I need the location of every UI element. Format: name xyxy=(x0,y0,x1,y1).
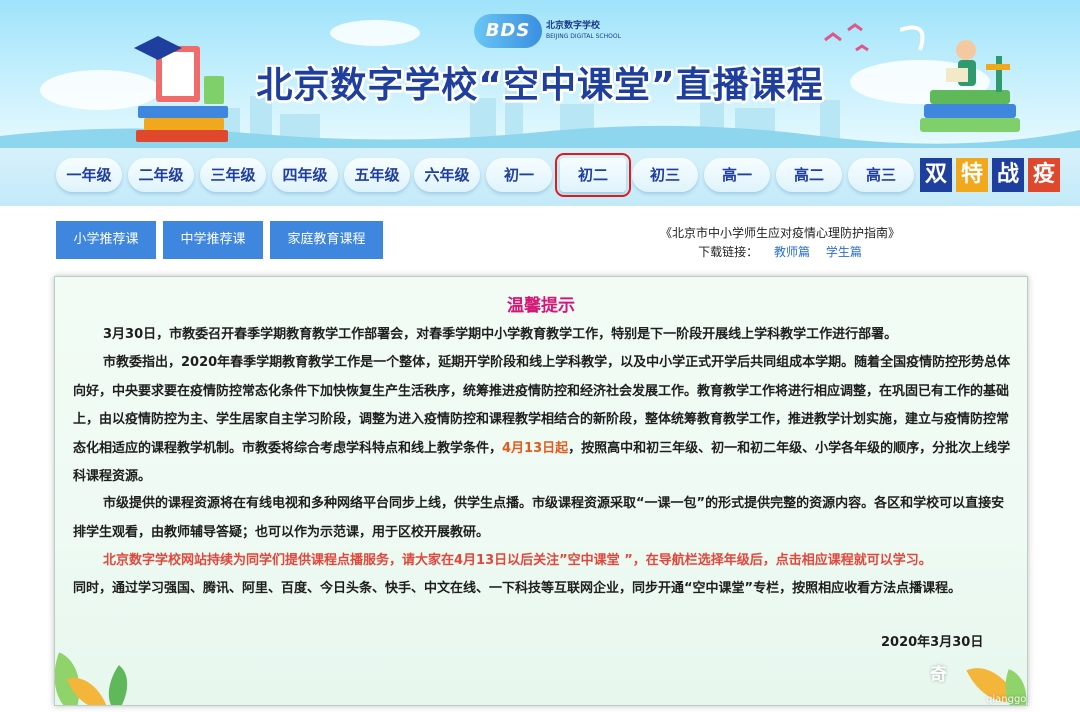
notice-title: 温馨提示 xyxy=(507,296,575,316)
family-education-courses-button[interactable]: 家庭教育课程 xyxy=(270,221,383,259)
grade-tab-11[interactable]: 高二 xyxy=(776,158,842,192)
notice-paragraph-highlight: 北京数字学校网站持续为同学们提供课程点播服务，请大家在4月13日以后关注”空中课… xyxy=(73,547,1013,576)
primary-recommended-courses-button[interactable]: 小学推荐课 xyxy=(56,221,156,259)
teacher-guide-link[interactable]: 教师篇 xyxy=(774,245,810,259)
grade-tab-6[interactable]: 六年级 xyxy=(414,158,480,192)
notice-panel: 温馨提示 3月30日，市教委召开春季学期教育教学工作部署会，对春季学期中小学教育… xyxy=(54,276,1028,706)
notice-paragraph-text: 3月30日，市教委召开春季学期教育教学工作部署会，对春季学期中小学教育教学工作，… xyxy=(103,327,898,342)
slogan-char: 战 xyxy=(992,158,1024,192)
books-illustration xyxy=(134,36,228,142)
notice-paragraph: 同时，通过学习强国、腾讯、阿里、百度、今日头条、快手、中文在线、一下科技等互联网… xyxy=(73,575,1013,604)
page-title: 北京数字学校“空中课堂”直播课程 xyxy=(256,65,824,106)
grade-tab-2[interactable]: 二年级 xyxy=(128,158,194,192)
secondary-recommended-courses-button[interactable]: 中学推荐课 xyxy=(163,221,263,259)
notice-paragraph: 3月30日，市教委召开春季学期教育教学工作部署会，对春季学期中小学教育教学工作，… xyxy=(73,321,1013,350)
cloud-decoration xyxy=(330,20,420,46)
notice-paragraph-text: 同时，通过学习强国、腾讯、阿里、百度、今日头条、快手、中文在线、一下科技等互联网… xyxy=(73,581,962,596)
grade-tab-9[interactable]: 初三 xyxy=(632,158,698,192)
grade-tab-8[interactable]: 初二 xyxy=(555,153,631,197)
grade-tab-1[interactable]: 一年级 xyxy=(56,158,122,192)
site-watermark: 奇 xyxy=(930,665,947,685)
birds-decoration xyxy=(824,23,869,52)
notice-paragraph-text: 北京数字学校网站持续为同学们提供课程点播服务，请大家在4月13日以后关注”空中课… xyxy=(103,553,932,568)
grade-tab-12[interactable]: 高三 xyxy=(848,158,914,192)
slogan-char: 特 xyxy=(956,158,988,192)
logo-name-cn: 北京数字学校 xyxy=(546,21,601,31)
student-guide-link[interactable]: 学生篇 xyxy=(826,245,862,259)
notice-paragraph: 市教委指出，2020年春季学期教育教学工作是一个整体，延期开学阶段和线上学科教学… xyxy=(73,349,1013,492)
download-label: 下载链接： xyxy=(698,245,759,259)
site-watermark-sub: qianggo xyxy=(986,694,1027,705)
notice-paragraph: 市级提供的课程资源将在有线电视和多种网络平台同步上线，供学生点播。市级课程资源采… xyxy=(73,490,1013,547)
guide-download-links: 下载链接： 教师篇 学生篇 xyxy=(620,243,940,260)
notice-date: 2020年3月30日 xyxy=(881,635,984,650)
logo-name-en: BEIJING DIGITAL SCHOOL xyxy=(546,33,621,40)
grade-tab-4[interactable]: 四年级 xyxy=(272,158,338,192)
grade-tab-3[interactable]: 三年级 xyxy=(200,158,266,192)
slogan-char: 疫 xyxy=(1028,158,1060,192)
slogan-char: 双 xyxy=(920,158,952,192)
psychological-guide-title: 《北京市中小学师生应对疫情心理防护指南》 xyxy=(659,226,900,240)
school-logo[interactable]: BDS 北京数字学校 BEIJING DIGITAL SCHOOL xyxy=(474,14,621,48)
notice-paragraph-text: 市级提供的课程资源将在有线电视和多种网络平台同步上线，供学生点播。市级课程资源采… xyxy=(73,496,1005,540)
header-banner: BDS 北京数字学校 BEIJING DIGITAL SCHOOL 北京数字学校… xyxy=(0,0,1080,148)
student-reading-illustration xyxy=(900,25,1020,132)
grade-tab-5[interactable]: 五年级 xyxy=(344,158,410,192)
logo-mark: BDS xyxy=(474,14,542,48)
grade-tab-10[interactable]: 高一 xyxy=(704,158,770,192)
grade-tab-7[interactable]: 初一 xyxy=(486,158,552,192)
start-date-highlight: 4月13日起 xyxy=(502,440,569,456)
